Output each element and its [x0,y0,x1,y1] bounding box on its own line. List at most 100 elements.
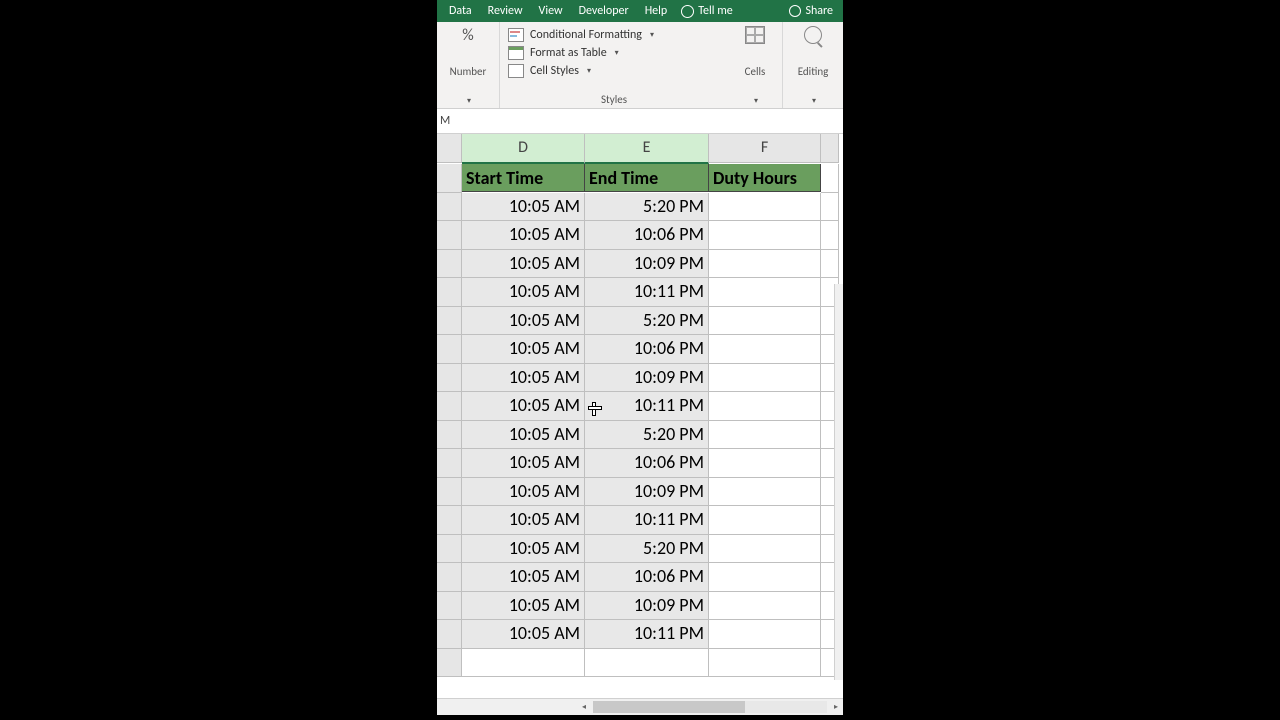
cell[interactable] [709,364,821,393]
cell[interactable]: 10:05 AM [462,307,585,336]
cell[interactable] [585,649,709,678]
row-header[interactable] [437,392,462,421]
cell[interactable]: 10:11 PM [585,392,709,421]
row-header[interactable] [437,221,462,250]
formula-bar[interactable]: M [437,109,843,134]
cell[interactable]: 10:09 PM [585,592,709,621]
cell[interactable] [709,250,821,279]
row-header[interactable] [437,620,462,649]
cell[interactable]: 10:05 AM [462,193,585,222]
table-header-cell[interactable]: Start Time [462,164,585,192]
cell[interactable]: 10:09 PM [585,250,709,279]
cell[interactable] [709,307,821,336]
cell[interactable]: 10:05 AM [462,592,585,621]
tab-review[interactable]: Review [480,0,531,22]
cells-icon[interactable] [745,26,765,44]
cell[interactable]: 10:05 AM [462,250,585,279]
percent-icon[interactable]: % [462,26,473,45]
cell[interactable] [709,449,821,478]
cell[interactable]: 10:05 AM [462,392,585,421]
cell[interactable]: 10:05 AM [462,478,585,507]
cell[interactable]: 10:05 AM [462,563,585,592]
share-button[interactable]: Share [783,4,839,18]
cell[interactable]: 10:06 PM [585,563,709,592]
cell[interactable]: 10:05 AM [462,506,585,535]
cell[interactable]: 5:20 PM [585,421,709,450]
cell[interactable] [709,278,821,307]
scroll-thumb[interactable] [593,701,745,713]
cell[interactable]: 10:06 PM [585,221,709,250]
cell[interactable]: 10:05 AM [462,364,585,393]
cell[interactable] [709,649,821,678]
cell[interactable] [709,335,821,364]
column-header-e[interactable]: E [585,134,709,164]
cell[interactable]: 10:05 AM [462,421,585,450]
cell[interactable]: 10:11 PM [585,506,709,535]
row-header[interactable] [437,478,462,507]
tab-view[interactable]: View [531,0,571,22]
tell-me-search[interactable]: Tell me [675,4,739,18]
cell[interactable]: 10:05 AM [462,221,585,250]
scroll-right-button[interactable]: ▸ [829,700,843,714]
cell[interactable]: 10:05 AM [462,278,585,307]
cell[interactable]: 10:11 PM [585,620,709,649]
editing-dropdown-icon[interactable]: ▾ [812,96,816,106]
cell[interactable]: 10:09 PM [585,478,709,507]
row-header[interactable] [437,164,462,193]
cell[interactable]: 10:06 PM [585,449,709,478]
cell[interactable] [821,193,839,222]
row-header[interactable] [437,449,462,478]
tab-developer[interactable]: Developer [571,0,637,22]
cell[interactable] [709,620,821,649]
cell[interactable]: 10:05 AM [462,335,585,364]
row-header[interactable] [437,193,462,222]
row-header[interactable] [437,364,462,393]
row-header[interactable] [437,335,462,364]
cell[interactable] [709,193,821,222]
column-header-next[interactable] [821,134,839,163]
cell[interactable] [821,164,839,193]
row-header[interactable] [437,307,462,336]
scroll-track[interactable] [593,701,827,713]
row-header[interactable] [437,649,462,678]
cell[interactable]: 10:11 PM [585,278,709,307]
horizontal-scrollbar[interactable]: ◂ ▸ [437,698,843,715]
cell-styles-button[interactable]: Cell Styles ▾ [508,62,722,80]
cell[interactable] [709,421,821,450]
cell[interactable] [821,250,839,279]
cell[interactable]: 10:09 PM [585,364,709,393]
column-header-f[interactable]: F [709,134,821,163]
row-header[interactable] [437,421,462,450]
cell[interactable] [821,221,839,250]
scroll-left-button[interactable]: ◂ [577,700,591,714]
cell[interactable] [709,392,821,421]
cell[interactable]: 10:05 AM [462,535,585,564]
cell[interactable] [709,535,821,564]
table-header-cell[interactable]: End Time [585,164,709,192]
conditional-formatting-button[interactable]: Conditional Formatting ▾ [508,26,722,44]
vertical-scrollbar[interactable] [834,284,843,680]
cells-dropdown-icon[interactable]: ▾ [754,96,758,106]
cell[interactable] [709,563,821,592]
cell[interactable]: 5:20 PM [585,193,709,222]
cell[interactable] [709,506,821,535]
cell[interactable] [709,221,821,250]
row-header[interactable] [437,592,462,621]
number-dropdown-icon[interactable]: ▾ [467,96,471,106]
tab-help[interactable]: Help [637,0,676,22]
cell[interactable]: 10:06 PM [585,335,709,364]
row-header[interactable] [437,506,462,535]
cell[interactable] [709,478,821,507]
cell[interactable]: 10:05 AM [462,449,585,478]
cell[interactable] [709,592,821,621]
column-header-d[interactable]: D [462,134,585,164]
tab-data[interactable]: Data [441,0,480,22]
select-all-corner[interactable] [437,134,462,163]
cell[interactable]: 10:05 AM [462,620,585,649]
row-header[interactable] [437,278,462,307]
find-icon[interactable] [804,26,822,44]
cell[interactable] [462,649,585,678]
cell[interactable]: 5:20 PM [585,307,709,336]
row-header[interactable] [437,535,462,564]
cell[interactable]: 5:20 PM [585,535,709,564]
